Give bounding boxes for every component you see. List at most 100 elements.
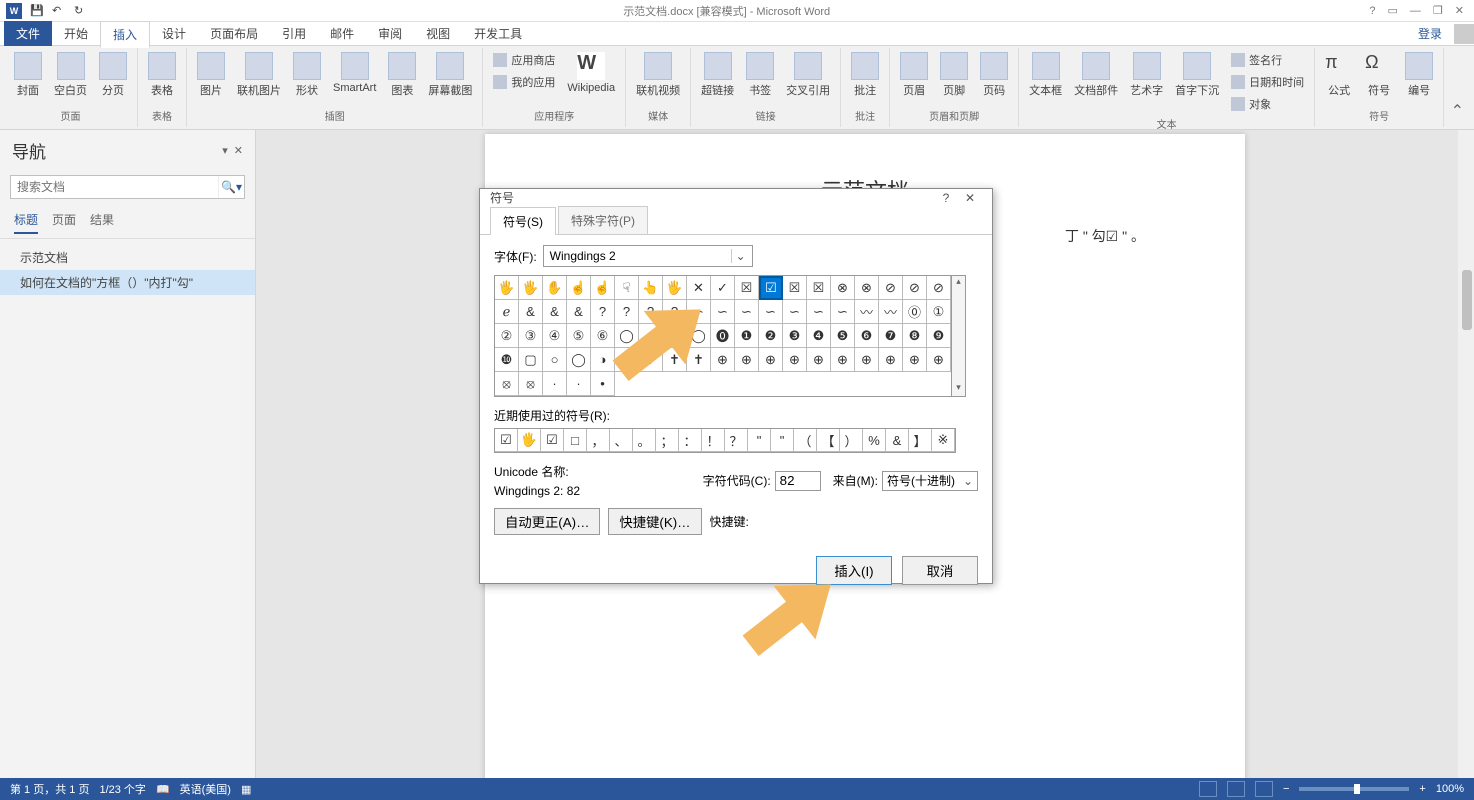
symbol-cell[interactable]: ⦻ [495,372,519,396]
tab-developer[interactable]: 开发工具 [462,21,534,46]
symbol-cell[interactable]: ○ [543,348,567,372]
recent-symbol-cell[interactable]: 🖐 [518,429,541,452]
recent-symbol-cell[interactable]: ※ [932,429,955,452]
symbol-cell[interactable]: ∽ [711,300,735,324]
zoom-in-icon[interactable]: + [1419,783,1425,795]
scrollbar-thumb[interactable] [1462,270,1472,330]
tab-review[interactable]: 审阅 [366,21,414,46]
online-video-button[interactable]: 联机视频 [632,50,684,100]
close-icon[interactable]: ✕ [1455,4,1464,17]
nav-close-icon[interactable]: ✕ [234,144,243,157]
recent-symbol-cell[interactable]: " [771,429,794,452]
symbol-cell[interactable]: ℯ [495,300,519,324]
symbol-cell[interactable]: ⊘ [903,276,927,300]
symbol-cell[interactable]: ❽ [903,324,927,348]
recent-symbol-cell[interactable]: ！ [702,429,725,452]
symbol-cell[interactable]: ∽ [831,300,855,324]
symbol-cell[interactable]: ⊕ [783,348,807,372]
object-button[interactable]: 对象 [1227,94,1308,114]
symbol-cell[interactable]: ❸ [783,324,807,348]
read-mode-icon[interactable] [1199,781,1217,797]
tab-references[interactable]: 引用 [270,21,318,46]
nav-search[interactable]: 🔍▾ [10,175,245,199]
symbol-cell[interactable]: ❺ [831,324,855,348]
shortcut-key-button[interactable]: 快捷键(K)… [608,508,701,535]
avatar[interactable] [1454,24,1474,44]
page-number-button[interactable]: 页码 [976,50,1012,100]
char-code-input[interactable] [775,471,821,491]
symbol-cell[interactable]: ⦻ [519,372,543,396]
recent-symbol-cell[interactable]: ： [679,429,702,452]
nav-search-input[interactable] [11,176,218,198]
symbol-cell[interactable]: ⊘ [927,276,951,300]
symbol-cell[interactable]: ◯ [567,348,591,372]
ribbon-options-icon[interactable]: ▭ [1388,4,1398,17]
symbol-cell[interactable]: ⊗ [855,276,879,300]
symbol-cell[interactable]: ✓ [711,276,735,300]
symbol-cell[interactable]: ⊕ [879,348,903,372]
symbol-cell[interactable]: ☒ [735,276,759,300]
shapes-button[interactable]: 形状 [289,50,325,100]
bookmark-button[interactable]: 书签 [742,50,778,100]
chevron-down-icon[interactable]: ⌄ [963,474,973,488]
symbol-cell[interactable]: ∽ [783,300,807,324]
symbol-cell[interactable]: ☟ [615,276,639,300]
dialog-close-icon[interactable]: ✕ [958,191,982,205]
symbol-cell[interactable]: ✋ [543,276,567,300]
symbol-cell[interactable]: ⊕ [759,348,783,372]
tab-layout[interactable]: 页面布局 [198,21,270,46]
from-combo[interactable]: 符号(十进制) ⌄ [882,471,978,491]
autocorrect-button[interactable]: 自动更正(A)… [494,508,600,535]
nav-dropdown-icon[interactable]: ▾ [222,144,228,157]
tab-insert[interactable]: 插入 [100,21,150,48]
tab-file[interactable]: 文件 [4,21,52,46]
symbol-cell[interactable]: ∽ [807,300,831,324]
symbol-button[interactable]: Ω符号 [1361,50,1397,100]
screenshot-button[interactable]: 屏幕截图 [424,50,476,100]
symbol-cell[interactable]: ☒ [783,276,807,300]
symbol-cell[interactable]: ☝ [591,276,615,300]
zoom-level[interactable]: 100% [1436,783,1464,795]
recent-symbol-cell[interactable]: 、 [610,429,633,452]
help-icon[interactable]: ? [1369,5,1375,17]
symbol-cell[interactable]: ① [927,300,951,324]
symbol-cell[interactable]: · [567,372,591,396]
nav-item[interactable]: 示范文档 [0,245,255,270]
quick-parts-button[interactable]: 文档部件 [1070,50,1122,100]
blank-page-button[interactable]: 空白页 [50,50,91,100]
symbol-cell[interactable]: 🖐 [519,276,543,300]
dialog-tab-special[interactable]: 特殊字符(P) [558,206,648,234]
status-language[interactable]: 英语(美国) [180,781,231,797]
symbol-cell[interactable]: 🖐 [495,276,519,300]
symbol-cell[interactable]: ⊕ [831,348,855,372]
symbol-grid-scrollbar[interactable]: ▴ ▾ [952,275,966,397]
undo-icon[interactable]: ↶ [52,4,66,18]
symbol-cell[interactable]: ⊕ [735,348,759,372]
smartart-button[interactable]: SmartArt [329,50,380,96]
cancel-button[interactable]: 取消 [902,556,978,585]
print-layout-icon[interactable] [1227,781,1245,797]
recent-symbol-cell[interactable]: % [863,429,886,452]
comment-button[interactable]: 批注 [847,50,883,100]
symbol-cell[interactable]: ⊕ [807,348,831,372]
symbol-cell[interactable]: ⊗ [831,276,855,300]
symbol-cell[interactable]: ❶ [735,324,759,348]
nav-tab-headings[interactable]: 标题 [14,211,38,234]
wikipedia-button[interactable]: WWikipedia [563,50,619,96]
chevron-down-icon[interactable]: ⌄ [731,249,746,263]
footer-button[interactable]: 页脚 [936,50,972,100]
recent-symbol-cell[interactable]: ☑ [495,429,518,452]
store-button[interactable]: 应用商店 [489,50,559,70]
symbol-cell[interactable]: ❾ [927,324,951,348]
nav-tab-results[interactable]: 结果 [90,211,114,234]
web-layout-icon[interactable] [1255,781,1273,797]
symbol-cell[interactable]: ❷ [759,324,783,348]
symbol-cell[interactable]: ☒ [807,276,831,300]
tab-design[interactable]: 设计 [150,21,198,46]
nav-item[interactable]: 如何在文档的"方框（）"内打"勾" [0,270,255,295]
symbol-cell[interactable]: ⓪ [903,300,927,324]
proofing-icon[interactable]: 📖 [156,783,170,796]
symbol-cell[interactable]: ⊕ [927,348,951,372]
symbol-cell[interactable]: ② [495,324,519,348]
symbol-cell[interactable]: · [543,372,567,396]
